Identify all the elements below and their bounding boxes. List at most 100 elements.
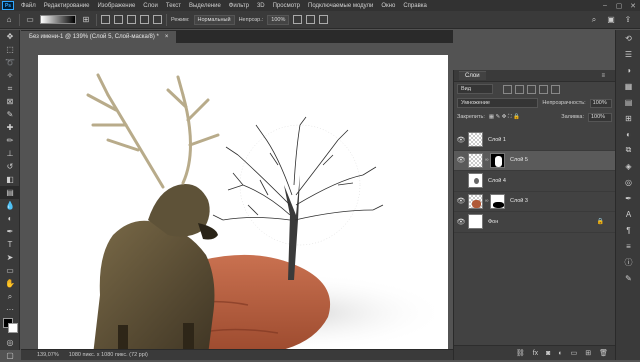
link-layers-icon[interactable]: ⛓ [516,349,525,357]
menu-filter[interactable]: Фильтр [225,3,253,9]
layer-row[interactable]: 👁 ∞ Слой 5 [454,150,616,171]
channels-icon[interactable]: ◎ [616,174,640,190]
menu-layers[interactable]: Слои [139,3,162,9]
paths-icon[interactable]: ✒ [616,190,640,206]
history-icon[interactable]: ⟲ [616,30,640,46]
blend-mode-select[interactable]: Умножение [457,98,539,108]
gradient-tool-icon[interactable]: ▤ [0,186,20,199]
crop-tool-icon[interactable]: ⌗ [0,82,20,95]
menu-file[interactable]: Файл [17,3,40,9]
lock-icon[interactable]: 🔒 [597,218,604,225]
layer-filter-select[interactable]: Вид [457,84,493,94]
menu-view[interactable]: Просмотр [269,3,304,9]
opacity-input[interactable]: 100% [589,98,612,108]
document-tab[interactable]: Без имени-1 @ 139% (Слой 5, Слой-маска/8… [21,31,177,43]
add-mask-icon[interactable]: ◙ [546,350,550,357]
new-layer-icon[interactable]: ⊞ [585,349,591,357]
character-icon[interactable]: A [616,206,640,222]
angle-gradient-icon[interactable] [127,15,136,24]
brush-tool-icon[interactable]: ✏ [0,134,20,147]
delete-layer-icon[interactable]: 🗑 [599,349,608,357]
properties-icon[interactable]: ☰ [616,46,640,62]
magic-wand-icon[interactable]: ✧ [0,69,20,82]
frame-tool-icon[interactable]: ⊠ [0,95,20,108]
canvas-area[interactable] [21,43,453,349]
smart-object-filter-icon[interactable] [551,84,560,94]
layer-row[interactable]: Слой 4 [454,171,616,192]
maximize-icon[interactable]: ▢ [612,2,626,10]
share-icon[interactable]: ⇪ [622,14,634,26]
transparency-checkbox[interactable] [319,15,329,24]
menu-type[interactable]: Текст [162,3,185,9]
hand-tool-icon[interactable]: ✋ [0,277,20,290]
quick-mask-icon[interactable]: ◎ [0,336,20,349]
reverse-checkbox[interactable] [293,15,303,24]
visibility-eye-icon[interactable]: 👁 [454,156,468,164]
home-icon[interactable]: ⌂ [3,14,15,26]
screen-mode-icon[interactable]: ▢ [0,349,20,362]
menu-window[interactable]: Окно [377,3,399,9]
adjustment-layer-icon[interactable]: ◐ [558,350,562,357]
more-tools-icon[interactable]: ··· [0,303,20,316]
layer-row[interactable]: 👁 Фон 🔒 [454,212,616,233]
lasso-tool-icon[interactable]: ➰ [0,56,20,69]
gradients-icon[interactable]: ▤ [616,94,640,110]
lock-icons[interactable]: ▦ ✎ ✥ ⛶ 🔒 [489,114,520,121]
history-brush-icon[interactable]: ↺ [0,160,20,173]
visibility-eye-icon[interactable]: 👁 [454,136,468,144]
document-canvas[interactable] [38,55,448,349]
healing-brush-icon[interactable]: ✚ [0,121,20,134]
paragraph-icon[interactable]: ¶ [616,222,640,238]
swatches-icon[interactable]: ▦ [616,78,640,94]
stamp-tool-icon[interactable]: ⊥ [0,147,20,160]
zoom-tool-icon[interactable]: ⌕ [0,290,20,303]
linear-gradient-icon[interactable] [101,15,110,24]
menu-edit[interactable]: Редактирование [40,3,94,9]
opacity-input[interactable]: 100% [267,14,290,25]
eyedropper-icon[interactable]: ✎ [0,108,20,121]
close-icon[interactable]: ✕ [626,2,640,10]
dodge-tool-icon[interactable]: ◐ [0,212,20,225]
type-tool-icon[interactable]: T [0,238,20,251]
layer-mask-thumbnail[interactable] [490,152,505,168]
layer-row[interactable]: 👁 Слой 1 [454,130,616,151]
marquee-tool-icon[interactable]: ⬚ [0,43,20,56]
menu-help[interactable]: Справка [399,3,431,9]
fill-input[interactable]: 100% [588,112,612,122]
visibility-eye-icon[interactable]: 👁 [454,218,468,226]
pen-tool-icon[interactable]: ✒ [0,225,20,238]
shape-tool-icon[interactable]: ▭ [0,264,20,277]
menu-image[interactable]: Изображение [93,3,139,9]
layer-mask-thumbnail[interactable] [490,193,505,209]
diamond-gradient-icon[interactable] [153,15,162,24]
adjustment-filter-icon[interactable] [515,84,524,94]
close-tab-icon[interactable]: × [165,34,169,40]
grid-icon[interactable]: ⊞ [80,14,92,26]
gradient-preview[interactable] [40,15,76,24]
path-select-icon[interactable]: ➤ [0,251,20,264]
workspace-icon[interactable]: ▣ [605,14,617,26]
type-filter-icon[interactable] [527,84,536,94]
move-tool-icon[interactable]: ✥ [0,30,20,43]
layers-dock-icon[interactable]: ◈ [616,158,640,174]
blur-tool-icon[interactable]: 💧 [0,199,20,212]
menu-plugins[interactable]: Подключаемые модули [304,3,377,9]
background-color[interactable] [8,323,18,333]
color-icon[interactable]: ◑ [616,62,640,78]
gradient-tool-icon[interactable]: ▭ [24,14,36,26]
reflected-gradient-icon[interactable] [140,15,149,24]
eraser-tool-icon[interactable]: ◧ [0,173,20,186]
patterns-icon[interactable]: ⊞ [616,110,640,126]
dither-checkbox[interactable] [306,15,316,24]
menu-3d[interactable]: 3D [253,3,269,9]
pixel-filter-icon[interactable] [503,84,512,94]
new-group-icon[interactable]: ▭ [571,349,578,357]
layers-tab[interactable]: Слои [459,71,486,80]
tool-presets-icon[interactable]: ✎ [616,270,640,286]
adjustments-icon[interactable]: ◐ [616,126,640,142]
libraries-icon[interactable]: ⧉ [616,142,640,158]
zoom-readout[interactable]: 139,07% [37,352,59,358]
panel-menu-icon[interactable]: ≡ [595,72,611,80]
radial-gradient-icon[interactable] [114,15,123,24]
minimize-icon[interactable]: – [598,2,612,10]
